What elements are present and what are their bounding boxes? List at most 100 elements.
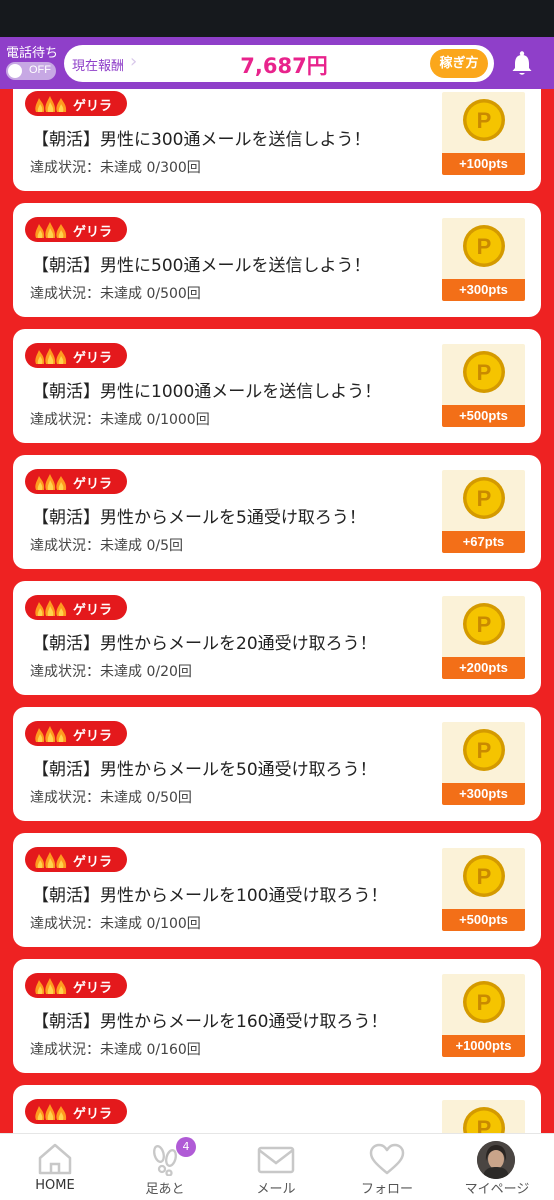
badge-label: ゲリラ (73, 603, 113, 618)
flame-icon (35, 726, 67, 742)
badge-label: ゲリラ (73, 1107, 113, 1122)
system-status-bar (0, 0, 554, 37)
toggle-state-label: OFF (29, 64, 51, 76)
points-reward: P +67pts (442, 470, 525, 553)
mission-card[interactable]: ゲリラ 【朝活】男性に300通メールを送信しよう！ 達成状況：未達成 0/300… (13, 89, 541, 191)
points-reward: P +300pts (442, 722, 525, 805)
svg-text:P: P (477, 612, 492, 637)
nav-label: マイページ (464, 1182, 530, 1197)
coin-icon: P (463, 99, 505, 141)
mission-status: 達成状況：未達成 0/5回 (30, 538, 183, 554)
mission-card[interactable]: ゲリラ 【朝活】男性に1000通メールを送信しよう！ 達成状況：未達成 0/10… (13, 329, 541, 443)
mission-title: 【朝活】男性に500通メールを送信しよう！ (32, 256, 371, 276)
badge-label: ゲリラ (73, 99, 113, 114)
nav-item-home[interactable]: HOME (0, 1134, 110, 1200)
flame-icon (35, 474, 67, 490)
points-reward: P +100pts (442, 92, 525, 175)
call-waiting-label: 電話待ち (6, 46, 59, 61)
app-header: 電話待ち OFF 現在報酬 › 7,687円 稼ぎ方 (0, 37, 554, 89)
mission-card[interactable]: ゲリラ P (13, 1085, 541, 1133)
points-reward: P +300pts (442, 218, 525, 301)
badge-label: ゲリラ (73, 351, 113, 366)
mission-card[interactable]: ゲリラ 【朝活】男性からメールを100通受け取ろう！ 達成状況：未達成 0/10… (13, 833, 541, 947)
mission-title: 【朝活】男性からメールを160通受け取ろう！ (32, 1012, 388, 1032)
svg-text:P: P (477, 360, 492, 385)
nav-label: フォロー (360, 1182, 413, 1197)
points-reward: P +200pts (442, 596, 525, 679)
badge-label: ゲリラ (73, 729, 113, 744)
flame-icon (35, 852, 67, 868)
points-value: +300pts (442, 783, 525, 805)
nav-label: メール (256, 1182, 296, 1197)
guerrilla-badge: ゲリラ (25, 973, 127, 998)
mission-card[interactable]: ゲリラ 【朝活】男性からメールを20通受け取ろう！ 達成状況：未達成 0/20回… (13, 581, 541, 695)
nav-label: 足あと (145, 1182, 185, 1197)
svg-text:P: P (477, 1116, 492, 1133)
coin-icon: P (463, 855, 505, 897)
svg-text:P: P (477, 738, 492, 763)
points-value: +100pts (442, 153, 525, 175)
mission-status: 達成状況：未達成 0/500回 (30, 286, 201, 302)
points-value: +500pts (442, 405, 525, 427)
nav-item-footprints[interactable]: 4 足あと (110, 1134, 220, 1200)
notification-badge: 4 (176, 1137, 196, 1157)
points-value: +67pts (442, 531, 525, 553)
call-waiting-toggle[interactable]: OFF (6, 62, 56, 80)
points-value: +300pts (442, 279, 525, 301)
avatar (477, 1141, 515, 1179)
guerrilla-badge: ゲリラ (25, 91, 127, 116)
chevron-right-icon: › (130, 51, 138, 72)
coin-icon: P (463, 1107, 505, 1133)
points-value: +1000pts (442, 1035, 525, 1057)
nav-item-mypage[interactable]: マイページ (442, 1134, 552, 1200)
bottom-navigation: HOME 4 足あと メール フォロー マイページ (0, 1133, 554, 1200)
mission-card[interactable]: ゲリラ 【朝活】男性からメールを160通受け取ろう！ 達成状況：未達成 0/16… (13, 959, 541, 1073)
mission-title: 【朝活】男性からメールを100通受け取ろう！ (32, 886, 388, 906)
flame-icon (35, 348, 67, 364)
flame-icon (35, 222, 67, 238)
mission-status: 達成状況：未達成 0/50回 (30, 790, 192, 806)
coin-icon: P (463, 225, 505, 267)
nav-item-follow[interactable]: フォロー (332, 1134, 442, 1200)
badge-label: ゲリラ (73, 477, 113, 492)
bell-icon[interactable] (510, 51, 534, 77)
current-reward-bar[interactable]: 現在報酬 › 7,687円 稼ぎ方 (64, 45, 494, 82)
current-reward-value: 7,687円 (240, 54, 328, 78)
guerrilla-badge: ゲリラ (25, 595, 127, 620)
mission-card[interactable]: ゲリラ 【朝活】男性に500通メールを送信しよう！ 達成状況：未達成 0/500… (13, 203, 541, 317)
flame-icon (35, 96, 67, 112)
nav-item-mail[interactable]: メール (221, 1134, 331, 1200)
mission-card[interactable]: ゲリラ 【朝活】男性からメールを5通受け取ろう！ 達成状況：未達成 0/5回 P… (13, 455, 541, 569)
nav-label: HOME (35, 1178, 75, 1193)
mission-card[interactable]: ゲリラ 【朝活】男性からメールを50通受け取ろう！ 達成状況：未達成 0/50回… (13, 707, 541, 821)
points-reward: P +1000pts (442, 974, 525, 1057)
coin-icon: P (463, 477, 505, 519)
mission-title: 【朝活】男性に300通メールを送信しよう！ (32, 130, 371, 150)
coin-icon: P (463, 729, 505, 771)
points-reward: P +500pts (442, 848, 525, 931)
svg-text:P: P (477, 864, 492, 889)
mission-status: 達成状況：未達成 0/160回 (30, 1042, 201, 1058)
mission-status: 達成状況：未達成 0/300回 (30, 160, 201, 176)
guerrilla-badge: ゲリラ (25, 721, 127, 746)
mission-list[interactable]: ゲリラ 【朝活】男性に300通メールを送信しよう！ 達成状況：未達成 0/300… (0, 89, 554, 1133)
coin-icon: P (463, 351, 505, 393)
heart-icon (369, 1143, 405, 1175)
mission-status: 達成状況：未達成 0/1000回 (30, 412, 210, 428)
current-reward-label: 現在報酬 (72, 59, 125, 74)
mission-title: 【朝活】男性からメールを5通受け取ろう！ (32, 508, 366, 528)
home-icon (38, 1143, 72, 1175)
mission-title: 【朝活】男性からメールを20通受け取ろう！ (32, 634, 377, 654)
how-to-earn-button[interactable]: 稼ぎ方 (430, 49, 488, 78)
flame-icon (35, 978, 67, 994)
mission-status: 達成状況：未達成 0/100回 (30, 916, 201, 932)
svg-text:P: P (477, 108, 492, 133)
guerrilla-badge: ゲリラ (25, 217, 127, 242)
badge-label: ゲリラ (73, 981, 113, 996)
mission-status: 達成状況：未達成 0/20回 (30, 664, 192, 680)
guerrilla-badge: ゲリラ (25, 469, 127, 494)
svg-text:P: P (477, 486, 492, 511)
mail-icon (257, 1146, 295, 1174)
guerrilla-badge: ゲリラ (25, 847, 127, 872)
badge-label: ゲリラ (73, 225, 113, 240)
